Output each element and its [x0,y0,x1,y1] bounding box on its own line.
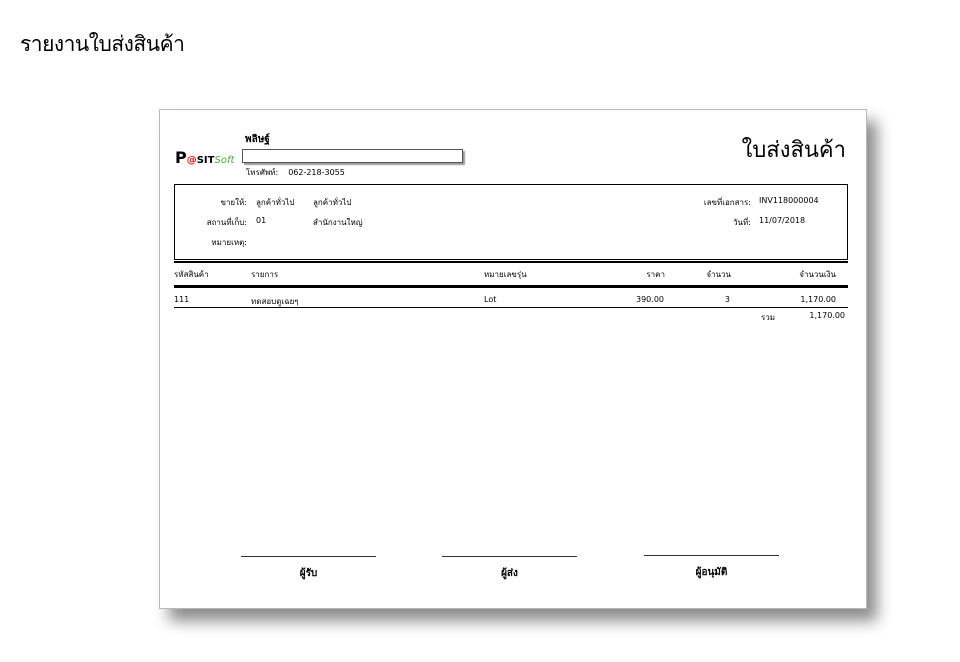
phone-label: โทรศัพท์: [246,168,279,177]
page-title: รายงานใบส่งสินค้า [20,32,185,56]
approver-signature-label: ผู้อนุมัติ [695,567,728,578]
sender-signature-line [442,556,577,557]
row-price: 390.00 [636,295,664,304]
date-value: 11/07/2018 [759,216,806,225]
sold-to-name: ลูกค้าทั่วไป [313,198,352,207]
total-value: 1,170.00 [809,311,845,320]
col-header-item: รายการ [251,270,279,279]
receiver-signature-line [241,556,376,557]
row-amount: 1,170.00 [800,295,836,304]
doc-no-label: เลขที่เอกสาร: [703,198,751,207]
col-header-price: ราคา [646,270,665,279]
warehouse-code: 01 [256,216,267,225]
sold-to-label: ขายให้: [220,198,247,207]
receiver-signature-label: ผู้รับ [299,568,318,579]
col-header-code: รหัสสินค้า [174,270,209,279]
document-info-box: ขายให้: ลูกค้าทั่วไป ลูกค้าทั่วไป สถานที… [174,184,848,260]
phone-value: 062-218-3055 [288,168,345,177]
col-header-lot: หมายเลขรุ่น [484,270,527,279]
company-logo: P@SITSoft [175,148,234,167]
remark-label: หมายเหตุ: [211,238,247,247]
table-row-rule [174,307,848,308]
logo-at: @ [186,155,197,166]
warehouse-name: สำนักงานใหญ่ [313,218,363,227]
col-header-amount: จำนวนเงิน [799,270,836,279]
total-label: รวม [761,313,776,322]
delivery-note-sheet: P@SITSoft พลิษฐ์ โทรศัพท์: 062-218-3055 ใ… [159,109,867,609]
date-label: วันที่: [733,218,751,227]
col-header-qty: จำนวน [706,270,731,279]
table-header-rule-top [174,261,848,263]
company-phone: โทรศัพท์: 062-218-3055 [246,166,345,179]
document-title: ใบส่งสินค้า [741,138,846,163]
doc-no-value: INV118000004 [759,196,819,205]
sold-to-code: ลูกค้าทั่วไป [256,198,295,207]
logo-p: P [175,148,187,167]
logo-sit: SIT [196,155,215,166]
table-header-rule-bottom [174,285,848,288]
logo-soft: Soft [214,155,235,166]
row-lot: Lot [484,295,497,304]
company-address-box [242,149,463,163]
row-code: 111 [174,295,190,304]
company-name: พลิษฐ์ [245,134,270,145]
warehouse-label: สถานที่เก็บ: [206,218,247,227]
row-qty: 3 [724,295,730,304]
sender-signature-label: ผู้ส่ง [501,568,518,579]
approver-signature-line [644,555,779,556]
